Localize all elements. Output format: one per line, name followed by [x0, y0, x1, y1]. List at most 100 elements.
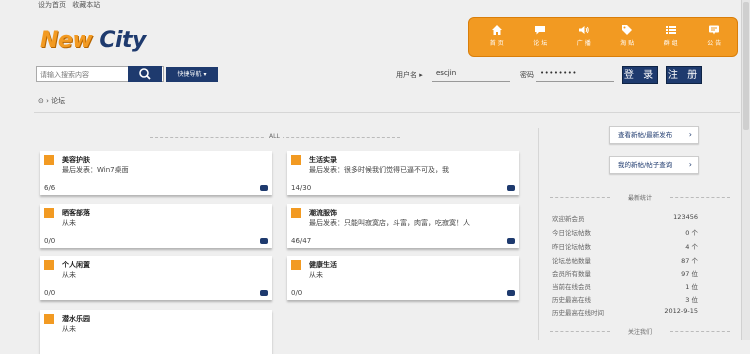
stat-label: 当前在线会员	[552, 283, 591, 291]
stat-label: 历史最高在线	[552, 296, 591, 304]
logo[interactable]: New City	[40, 28, 146, 53]
chevron-down-icon	[44, 260, 54, 270]
board-stats: 0/0	[44, 289, 56, 297]
nav-label: 首 页	[489, 40, 504, 47]
stat-row: 会员所有数量 97 位	[552, 268, 698, 278]
search-placeholder: 请输入搜索内容	[40, 71, 89, 79]
board-stats: 6/6	[44, 184, 56, 192]
chevron-down-icon	[44, 314, 54, 324]
nav-item-broadcast[interactable]: 广 播	[562, 18, 606, 56]
home-icon	[491, 25, 502, 35]
stat-row: 历史最高在线 3 位	[552, 294, 698, 304]
stat-label: 昨日论坛帖数	[552, 243, 591, 251]
chevron-down-icon: ▾	[203, 71, 207, 78]
comment-icon	[260, 290, 268, 296]
stat-label: 今日论坛帖数	[552, 229, 591, 237]
stat-row: 今日论坛帖数 0 个	[552, 227, 698, 237]
favorite-link[interactable]: 收藏本站	[72, 1, 100, 9]
register-button[interactable]: 注 册	[666, 66, 702, 84]
stat-row: 历史最高在线时间 2012-9-15	[552, 307, 698, 317]
stat-row: 欢迎新会员 123456	[552, 213, 698, 223]
stat-value: 0 个	[685, 229, 698, 237]
scrollbar-thumb[interactable]	[743, 2, 749, 130]
chevron-right-icon: ›	[688, 160, 692, 169]
stat-value: 123456	[673, 213, 698, 221]
group-icon	[665, 26, 676, 34]
comment-icon	[260, 238, 268, 244]
board-card[interactable]: 晒客部落 从未 0/0	[40, 204, 272, 248]
board-title[interactable]: 晒客部落	[62, 208, 90, 218]
board-latest: 从未	[62, 219, 76, 227]
board-title[interactable]: 潮流服饰	[309, 208, 337, 218]
follow-title: 关注我们	[550, 327, 730, 336]
chevron-down-icon	[291, 155, 301, 165]
board-card[interactable]: 个人闲置 从未 0/0	[40, 256, 272, 300]
section-divider: ALL	[150, 133, 400, 140]
board-card[interactable]: 健康生活 从未 0/0	[287, 256, 519, 300]
nav-item-tag[interactable]: 淘 贴	[606, 18, 650, 56]
password-field[interactable]: ••••••••	[536, 66, 614, 82]
view-new-posts-label: 查看新帖/最新发布	[618, 131, 673, 139]
chevron-down-icon	[291, 260, 301, 270]
quick-nav-button[interactable]: 快捷导航 ▾	[166, 67, 218, 82]
chevron-down-icon	[44, 208, 54, 218]
nav-item-forum[interactable]: 论 坛	[519, 18, 563, 56]
stat-label: 会员所有数量	[552, 270, 591, 278]
stat-label: 历史最高在线时间	[552, 309, 604, 317]
password-value: ••••••••	[540, 69, 578, 77]
username-value: escjin	[436, 69, 457, 77]
nav-label: 公 告	[707, 40, 722, 47]
board-title[interactable]: 美容护肤	[62, 155, 90, 165]
logo-word-new: New	[40, 28, 93, 53]
stat-value: 4 个	[685, 243, 698, 251]
scrollbar[interactable]	[741, 0, 750, 340]
password-label: 密码	[520, 71, 534, 79]
search-button[interactable]	[128, 66, 162, 82]
stat-value: 2012-9-15	[664, 307, 698, 315]
board-latest[interactable]: 最后发表：Win7桌面	[62, 165, 129, 175]
nav-item-home[interactable]: 首 页	[475, 18, 519, 56]
chevron-down-icon	[44, 155, 54, 165]
board-title[interactable]: 个人闲置	[62, 260, 90, 270]
board-latest: 从未	[62, 271, 76, 279]
set-home-link[interactable]: 设为首页	[38, 1, 66, 9]
header-divider	[34, 112, 740, 113]
section-label: ALL	[266, 133, 283, 140]
board-latest: 从未	[309, 271, 323, 279]
board-card[interactable]: 生活实录 最后发表：很多时候我们觉得已逼不可及，我 14/30	[287, 151, 519, 195]
my-posts-button[interactable]: 我的新帖/帖子查询 ›	[609, 156, 699, 174]
quick-nav-label: 快捷导航	[177, 71, 202, 78]
board-latest[interactable]: 最后发表：很多时候我们觉得已逼不可及，我	[309, 165, 449, 175]
breadcrumb-current[interactable]: 论坛	[51, 97, 65, 105]
nav-item-notice[interactable]: 公 告	[693, 18, 737, 56]
view-new-posts-button[interactable]: 查看新帖/最新发布 ›	[609, 126, 699, 144]
broadcast-icon	[578, 26, 589, 34]
comment-icon	[507, 185, 515, 191]
breadcrumb: ⊙ › 论坛	[38, 96, 65, 106]
board-card[interactable]: 潮流服饰 最后发表：只能叫寂寞店，斗富，肉富，吃寂寞！人 46/47	[287, 204, 519, 248]
board-stats: 0/0	[291, 289, 303, 297]
board-title[interactable]: 生活实录	[309, 155, 337, 165]
comment-icon	[507, 238, 515, 244]
tag-icon	[622, 25, 633, 35]
nav-label: 淘 贴	[620, 40, 635, 47]
username-label: 用户名 ▸	[396, 71, 423, 79]
stat-row: 昨日论坛帖数 4 个	[552, 241, 698, 251]
login-button[interactable]: 登 录	[622, 66, 658, 84]
board-card[interactable]: 美容护肤 最后发表：Win7桌面 6/6	[40, 151, 272, 195]
board-title[interactable]: 潜水乐园	[62, 314, 90, 324]
board-title[interactable]: 健康生活	[309, 260, 337, 270]
sidebar-divider	[538, 128, 539, 340]
stat-row: 当前在线会员 1 位	[552, 281, 698, 291]
username-field[interactable]: escjin	[432, 66, 510, 82]
chevron-down-icon	[291, 208, 301, 218]
notice-icon	[709, 25, 720, 35]
my-posts-label: 我的新帖/帖子查询	[618, 161, 673, 169]
board-stats: 14/30	[291, 184, 312, 192]
board-card[interactable]: 潜水乐园 从未	[40, 310, 272, 354]
board-latest[interactable]: 最后发表：只能叫寂寞店，斗富，肉富，吃寂寞！人	[309, 218, 470, 228]
nav-item-group[interactable]: 群 组	[649, 18, 693, 56]
stat-row: 论坛总帖数量 87 个	[552, 255, 698, 265]
main-nav: 首 页 论 坛 广 播 淘 贴 群 组 公 告	[468, 17, 738, 57]
search-icon	[139, 68, 151, 80]
